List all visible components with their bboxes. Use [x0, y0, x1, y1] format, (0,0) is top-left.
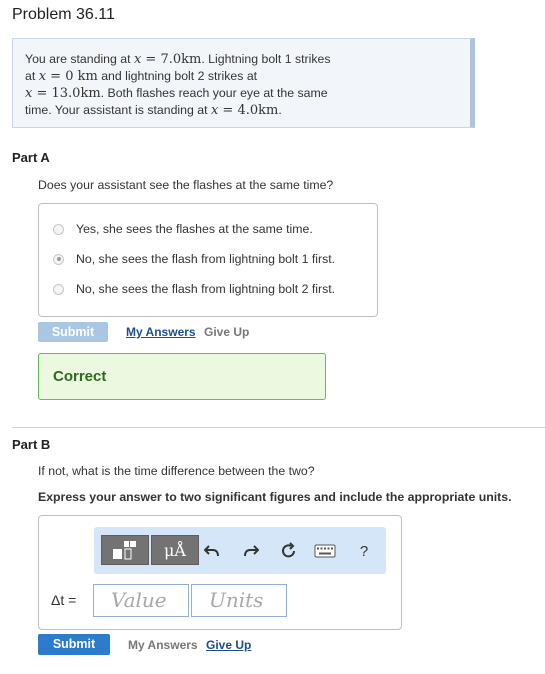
math-position-bolt2: x = 13.0km	[25, 86, 101, 101]
option-1[interactable]: No, she sees the flash from lightning bo…	[53, 251, 335, 267]
problem-line-4: time. Your assistant is standing at x = …	[25, 102, 458, 119]
redo-icon	[244, 545, 259, 557]
radio-button[interactable]	[53, 223, 64, 235]
redo-button[interactable]	[239, 539, 263, 563]
radio-button-selected[interactable]	[53, 253, 64, 265]
units-input[interactable]: Units	[191, 584, 287, 617]
problem-text: and lightning bolt 2 strikes at	[97, 69, 258, 83]
problem-text: at	[25, 69, 39, 83]
divider	[12, 427, 545, 428]
problem-line-2: at x = 0 km and lightning bolt 2 strikes…	[25, 68, 458, 85]
units-icon: μÅ	[164, 540, 186, 560]
part-b-heading: Part B	[12, 437, 51, 452]
option-label: No, she sees the flash from lightning bo…	[76, 252, 336, 266]
problem-text: time. Your assistant is standing at	[25, 103, 211, 117]
option-label: No, she sees the flash from lightning bo…	[76, 282, 336, 296]
correct-feedback: Correct	[38, 353, 326, 400]
undo-button[interactable]	[200, 539, 224, 563]
part-a-my-answers-link[interactable]: My Answers	[126, 325, 196, 339]
problem-line-1: You are standing at x = 7.0km. Lightning…	[25, 51, 458, 68]
part-a-question: Does your assistant see the flashes at t…	[38, 178, 334, 192]
part-b-question: If not, what is the time difference betw…	[38, 464, 315, 478]
radio-button[interactable]	[53, 283, 64, 295]
reset-icon	[282, 542, 295, 558]
option-label: Yes, she sees the flashes at the same ti…	[76, 222, 313, 236]
part-b-my-answers-label: My Answers	[128, 638, 198, 652]
problem-text: . Both flashes reach your eye at the sam…	[100, 86, 328, 100]
math-position-you: x = 7.0km	[133, 52, 202, 67]
undo-icon	[204, 545, 219, 557]
part-b-give-up-link[interactable]: Give Up	[206, 638, 251, 652]
templates-icon	[113, 541, 136, 560]
answer-options: Yes, she sees the flashes at the same ti…	[38, 203, 378, 317]
variable-label: Δt =	[51, 592, 77, 608]
answer-input-panel: μÅ ? Δt = Value Units	[38, 515, 402, 630]
math-position-assistant: x = 4.0km	[210, 103, 279, 118]
problem-title: Problem 36.11	[12, 6, 115, 23]
problem-line-3: x = 13.0km. Both flashes reach your eye …	[25, 85, 458, 102]
help-button[interactable]: ?	[352, 539, 376, 563]
part-a-submit-button[interactable]: Submit	[38, 322, 108, 342]
part-a-give-up-label: Give Up	[204, 325, 250, 339]
problem-text: .	[278, 103, 282, 117]
reset-button[interactable]	[277, 539, 301, 563]
help-icon: ?	[359, 542, 369, 560]
part-b-instructions: Express your answer to two significant f…	[38, 490, 512, 504]
option-2[interactable]: No, she sees the flash from lightning bo…	[53, 281, 335, 297]
keyboard-icon	[314, 544, 336, 558]
math-position-bolt1: x = 0 km	[38, 69, 98, 84]
templates-button[interactable]	[101, 535, 149, 565]
value-input[interactable]: Value	[93, 584, 189, 617]
problem-statement: You are standing at x = 7.0km. Lightning…	[12, 38, 475, 128]
problem-text: You are standing at	[25, 52, 134, 66]
math-toolbar: μÅ ?	[94, 527, 386, 574]
keyboard-button[interactable]	[313, 539, 337, 563]
part-a-heading: Part A	[12, 150, 50, 165]
problem-text: . Lightning bolt 1 strikes	[201, 52, 331, 66]
part-b-submit-button[interactable]: Submit	[38, 634, 110, 655]
units-button[interactable]: μÅ	[151, 535, 199, 565]
option-0[interactable]: Yes, she sees the flashes at the same ti…	[53, 221, 313, 237]
